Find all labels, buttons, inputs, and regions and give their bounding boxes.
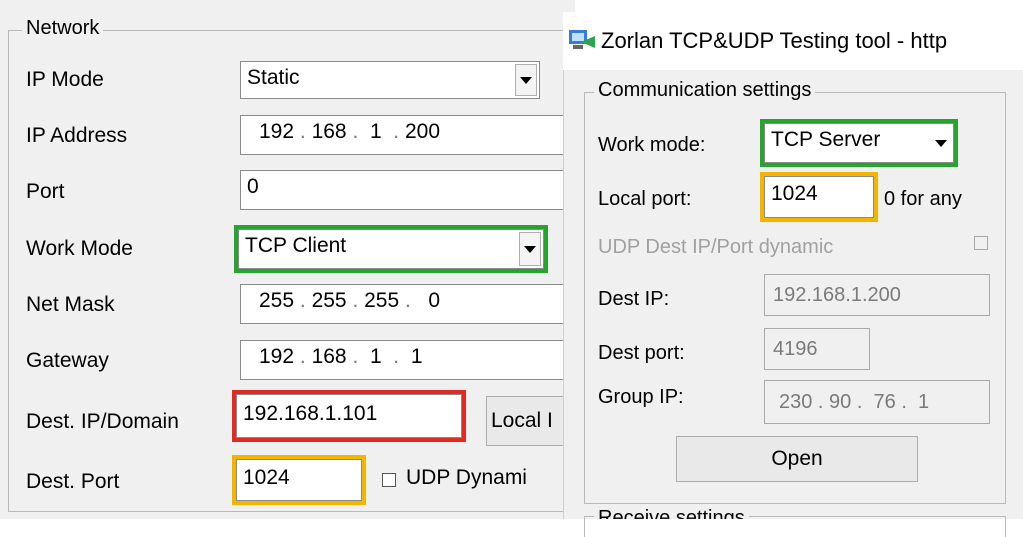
ip-dot: .	[851, 391, 874, 413]
tool-dest-port-label: Dest port:	[598, 342, 685, 364]
ip-octet: 1	[918, 391, 930, 413]
tool-local-port-input[interactable]: 1024	[760, 172, 878, 222]
ip-dot: .	[812, 391, 830, 413]
ip-octet: 0	[428, 289, 441, 312]
work-mode-select[interactable]: TCP Client	[234, 225, 548, 273]
work-mode-label: Work Mode	[26, 237, 133, 260]
udp-dest-dynamic-checkbox[interactable]	[974, 236, 988, 250]
tool-dest-port-field[interactable]: 4196	[764, 328, 870, 370]
tool-work-mode-label: Work mode:	[598, 134, 706, 156]
ip-dot: .	[346, 289, 365, 312]
ip-octet: 90	[829, 391, 852, 413]
open-button[interactable]: Open	[676, 436, 918, 482]
ip-octet: 1	[369, 120, 382, 143]
ip-dot: .	[381, 120, 405, 143]
dest-ip-label: Dest. IP/Domain	[26, 410, 179, 433]
tool-work-mode-dropdown-button[interactable]	[931, 126, 951, 160]
tool-group-ip-label: Group IP:	[598, 386, 684, 408]
tool-work-mode-value: TCP Server	[771, 128, 881, 151]
ip-mode-label: IP Mode	[26, 68, 104, 91]
ip-dot: .	[294, 120, 312, 143]
ip-mode-dropdown-button[interactable]	[515, 64, 537, 96]
network-group-title: Network	[22, 17, 104, 40]
ip-octet: 168	[311, 120, 347, 143]
ip-dot: .	[399, 289, 429, 312]
dest-port-input[interactable]: 1024	[232, 455, 366, 505]
tool-work-mode-select[interactable]: TCP Server	[760, 119, 958, 167]
tool-dest-ip-label: Dest IP:	[598, 288, 670, 310]
port-input[interactable]: 0	[240, 170, 570, 210]
ip-address-field[interactable]: 192 . 168 . 1 . 200	[240, 115, 570, 155]
ip-octet: 200	[404, 120, 441, 143]
dest-port-label: Dest. Port	[26, 470, 120, 493]
tool-title-text: Zorlan TCP&UDP Testing tool - http	[601, 28, 948, 53]
ip-dot: .	[895, 391, 919, 413]
ip-octet: 1	[369, 345, 382, 368]
ip-octet: 168	[311, 345, 347, 368]
udp-dynamic-checkbox[interactable]	[382, 473, 396, 487]
ip-dot: .	[294, 345, 312, 368]
tool-group-ip-field[interactable]: 230 . 90 . 76 . 1	[764, 380, 990, 424]
chevron-down-icon	[524, 245, 536, 253]
ip-dot: .	[381, 345, 411, 368]
udp-dynamic-label: UDP Dynami	[406, 466, 527, 489]
ip-mode-select[interactable]: Static	[240, 61, 540, 99]
tool-dest-ip-field[interactable]: 192.168.1.200	[764, 274, 990, 316]
net-mask-label: Net Mask	[26, 293, 115, 316]
tool-local-port-label: Local port:	[598, 188, 692, 210]
gateway-label: Gateway	[26, 349, 109, 372]
work-mode-value: TCP Client	[245, 234, 347, 257]
ip-dot: .	[346, 120, 370, 143]
udp-dest-dynamic-label: UDP Dest IP/Port dynamic	[598, 236, 834, 258]
net-mask-field[interactable]: 255 . 255 . 255 . 0	[240, 284, 570, 324]
dest-ip-input[interactable]: 192.168.1.101	[232, 390, 466, 442]
app-icon	[569, 30, 595, 49]
port-label: Port	[26, 180, 65, 203]
ip-dot: .	[294, 289, 312, 312]
ip-octet: 255	[311, 289, 347, 312]
ip-octet: 230	[779, 391, 813, 413]
tool-local-port-hint: 0 for any	[884, 188, 962, 210]
receive-group-title: Receive settings	[594, 505, 749, 519]
tool-title-bar[interactable]: Zorlan TCP&UDP Testing tool - http	[563, 12, 1023, 70]
ip-octet: 255	[364, 289, 400, 312]
network-settings-panel: Network IP Mode Static IP Address 192 . …	[0, 0, 630, 519]
ip-dot: .	[346, 345, 370, 368]
ip-octet: 255	[259, 289, 295, 312]
chevron-down-icon	[520, 76, 532, 84]
ip-octet: 1	[410, 345, 423, 368]
chevron-down-icon	[935, 139, 947, 147]
ip-octet: 192	[259, 345, 295, 368]
ip-mode-value: Static	[247, 66, 300, 89]
receive-group-frame	[584, 516, 1006, 537]
ip-octet: 76	[873, 391, 896, 413]
gateway-field[interactable]: 192 . 168 . 1 . 1	[240, 340, 570, 380]
ip-octet: 192	[259, 120, 295, 143]
ip-address-label: IP Address	[26, 124, 128, 147]
communication-group-title: Communication settings	[594, 79, 816, 102]
work-mode-dropdown-button[interactable]	[519, 232, 541, 266]
